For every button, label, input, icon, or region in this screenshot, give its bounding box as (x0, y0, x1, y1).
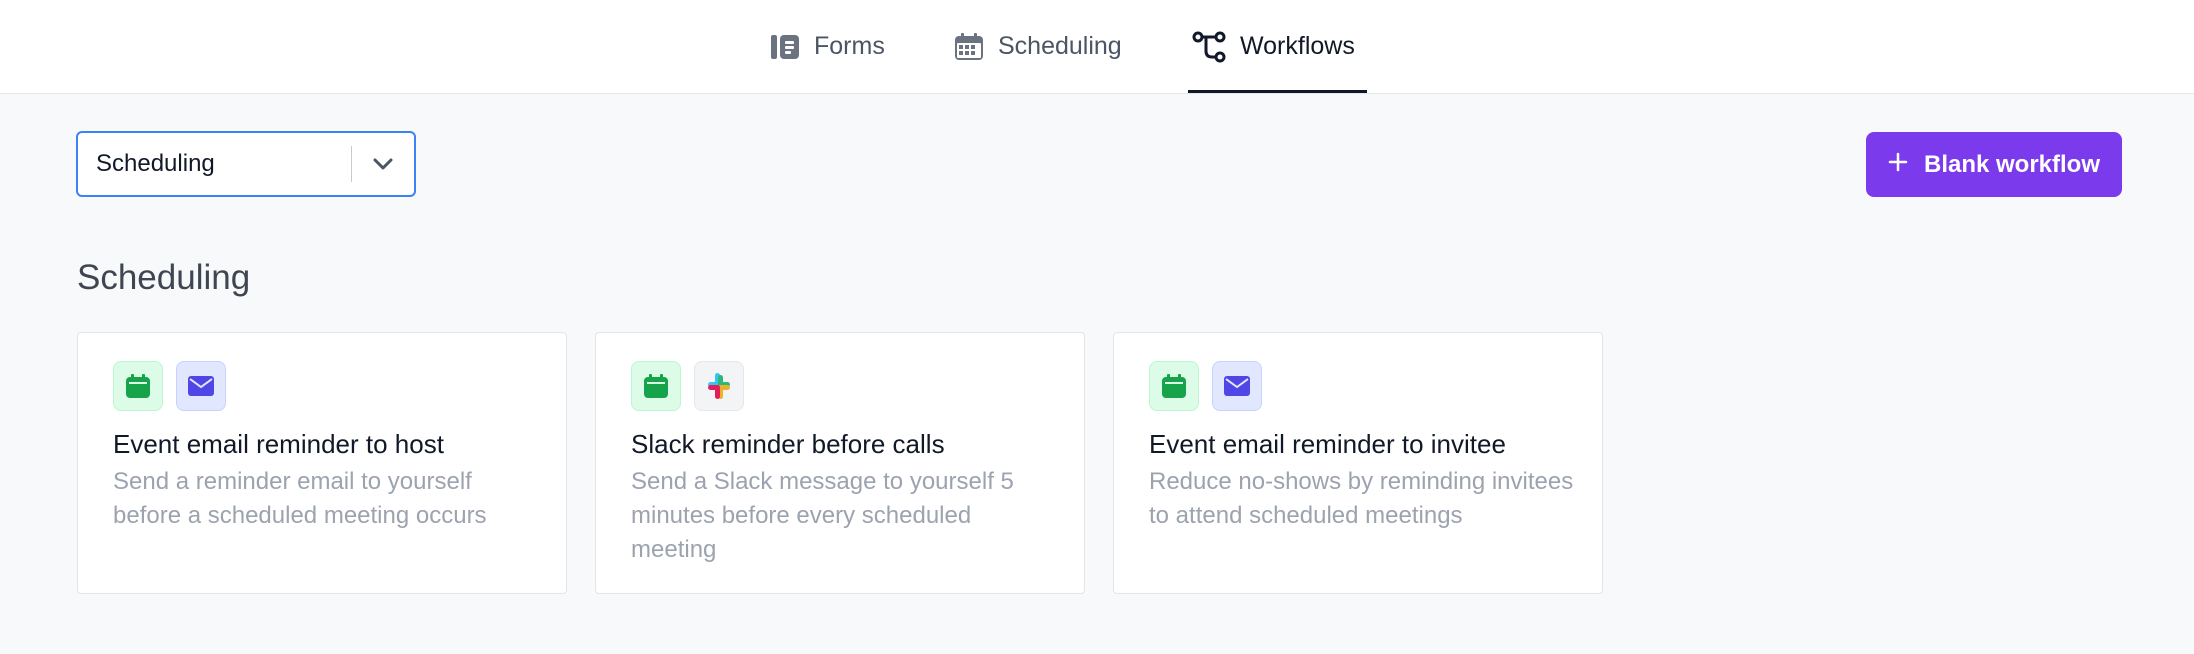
card-description: Reduce no-shows by reminding invitees to… (1149, 468, 1574, 529)
top-nav: Forms Scheduling Workflows (0, 0, 2194, 94)
workflow-card-host-email[interactable]: Event email reminder to host Send a remi… (77, 332, 567, 594)
card-title: Event email reminder to invitee (1149, 429, 1506, 459)
category-select[interactable]: Scheduling (76, 131, 416, 197)
calendar-icon (113, 361, 163, 411)
card-description: Send a Slack message to yourself 5 minut… (631, 468, 1014, 563)
workflow-card-slack-reminder[interactable]: Slack reminder before calls Send a Slack… (595, 332, 1085, 594)
calendar-grid-icon (954, 32, 984, 62)
slack-icon (694, 361, 744, 411)
tab-label: Forms (814, 32, 885, 60)
chevron-down-icon[interactable] (352, 157, 414, 171)
tab-label: Scheduling (998, 32, 1122, 60)
forms-icon (770, 33, 800, 61)
mail-icon (1212, 361, 1262, 411)
card-title: Slack reminder before calls (631, 429, 945, 459)
blank-workflow-label: Blank workflow (1923, 150, 2101, 178)
tab-forms[interactable]: Forms (770, 0, 885, 93)
tab-scheduling[interactable]: Scheduling (954, 0, 1122, 93)
mail-icon (176, 361, 226, 411)
card-title: Event email reminder to host (113, 429, 444, 459)
workflow-card-invitee-email[interactable]: Event email reminder to invitee Reduce n… (1113, 332, 1603, 594)
card-description: Send a reminder email to yourself before… (113, 468, 487, 529)
section-title: Scheduling (77, 258, 251, 297)
tab-workflows[interactable]: Workflows (1192, 0, 1355, 93)
category-select-value: Scheduling (96, 150, 215, 177)
blank-workflow-button[interactable]: Blank workflow (1866, 132, 2122, 197)
calendar-icon (631, 361, 681, 411)
plus-icon (1888, 151, 1908, 179)
tab-label: Workflows (1240, 32, 1355, 60)
calendar-icon (1149, 361, 1199, 411)
workflow-icon (1192, 31, 1226, 63)
active-tab-indicator (1188, 90, 1367, 93)
